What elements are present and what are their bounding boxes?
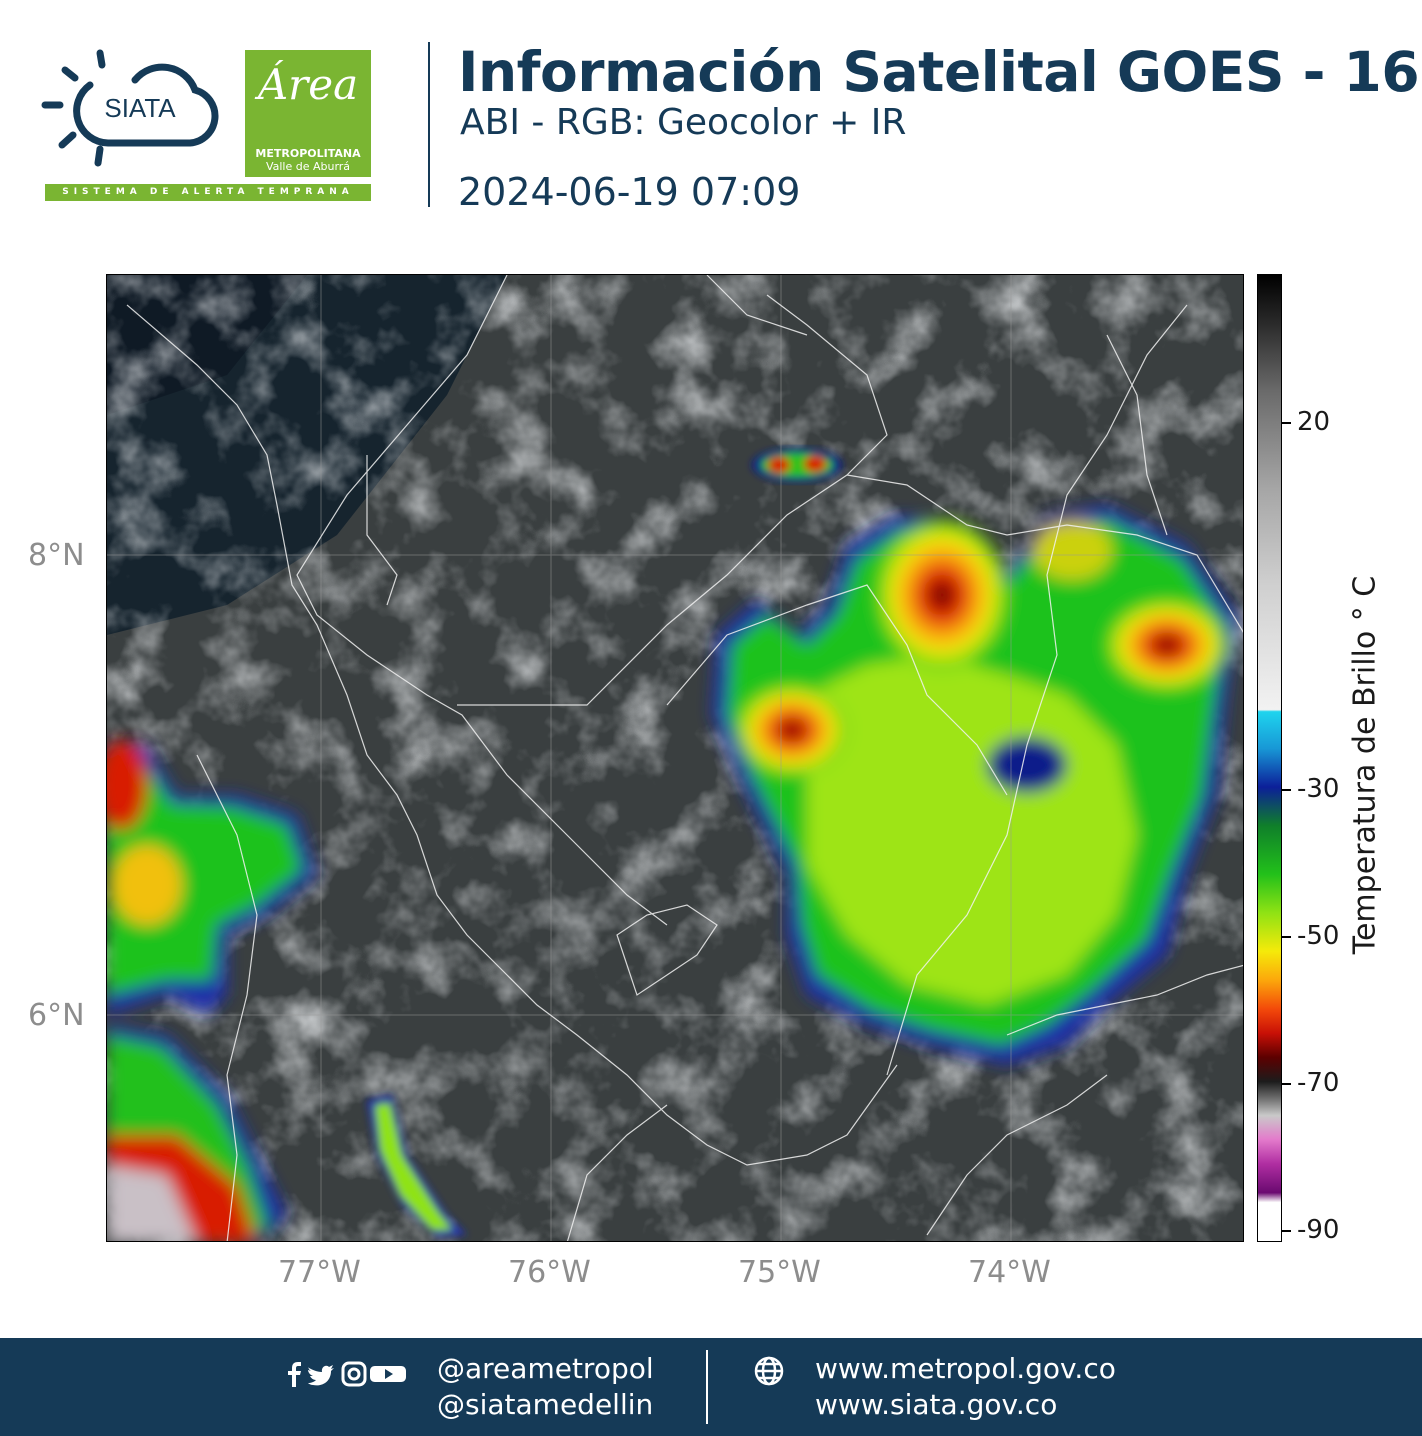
lat-label-8n: 8°N bbox=[28, 538, 85, 573]
footer-divider bbox=[706, 1350, 708, 1424]
url-metropol[interactable]: www.metropol.gov.co bbox=[815, 1352, 1116, 1385]
siata-tagline: SISTEMA DE ALERTA TEMPRANA bbox=[45, 184, 371, 201]
colorbar-label-minus70: -70 bbox=[1297, 1068, 1340, 1098]
area-metropolitana-logo: Área METROPOLITANA Valle de Aburrá bbox=[245, 50, 371, 177]
page-title: Información Satelital GOES - 16 bbox=[458, 40, 1420, 104]
colorbar-label-minus90: -90 bbox=[1297, 1215, 1340, 1245]
colorbar-title: Temperatura de Brillo ° C bbox=[1347, 575, 1383, 955]
lon-label-75w: 75°W bbox=[738, 1255, 821, 1290]
handle-siatamedellin[interactable]: @siatamedellin bbox=[437, 1388, 653, 1421]
colorbar-tick bbox=[1282, 789, 1291, 791]
instagram-icon bbox=[341, 1361, 367, 1387]
header-divider bbox=[428, 42, 430, 207]
storm-cell-north bbox=[752, 448, 842, 482]
area-logo-line1: METROPOLITANA bbox=[255, 147, 361, 160]
satellite-map bbox=[106, 274, 1244, 1242]
brightness-temp-colorbar bbox=[1257, 274, 1282, 1242]
page-subtitle: ABI - RGB: Geocolor + IR bbox=[460, 102, 907, 143]
lon-label-76w: 76°W bbox=[508, 1255, 591, 1290]
area-logo-word: Área bbox=[257, 60, 359, 109]
lon-label-74w: 74°W bbox=[968, 1255, 1051, 1290]
url-siata[interactable]: www.siata.gov.co bbox=[815, 1388, 1057, 1421]
colorbar-tick bbox=[1282, 936, 1291, 938]
satellite-image bbox=[107, 275, 1243, 1241]
handle-areametropol[interactable]: @areametropol bbox=[437, 1352, 654, 1385]
youtube-icon bbox=[370, 1366, 406, 1382]
lon-label-77w: 77°W bbox=[278, 1255, 361, 1290]
colorbar-label-minus50: -50 bbox=[1297, 921, 1340, 951]
image-timestamp: 2024-06-19 07:09 bbox=[458, 170, 801, 214]
colorbar-tick bbox=[1282, 1083, 1291, 1085]
colorbar-label-20: 20 bbox=[1297, 407, 1331, 437]
colorbar-tick bbox=[1282, 1230, 1291, 1232]
colorbar-label-minus30: -30 bbox=[1297, 774, 1340, 804]
social-icons bbox=[288, 1361, 406, 1387]
siata-logo: SIATA bbox=[41, 49, 219, 167]
colorbar-tick bbox=[1282, 422, 1291, 424]
area-logo-line2: Valle de Aburrá bbox=[265, 160, 351, 173]
footer: @areametropol @siatamedellin www.metropo… bbox=[0, 1338, 1422, 1436]
lat-label-6n: 6°N bbox=[28, 998, 85, 1033]
twitter-icon bbox=[308, 1365, 334, 1386]
siata-logo-text: SIATA bbox=[104, 93, 176, 123]
globe-icon bbox=[754, 1356, 784, 1386]
facebook-icon bbox=[288, 1362, 301, 1387]
